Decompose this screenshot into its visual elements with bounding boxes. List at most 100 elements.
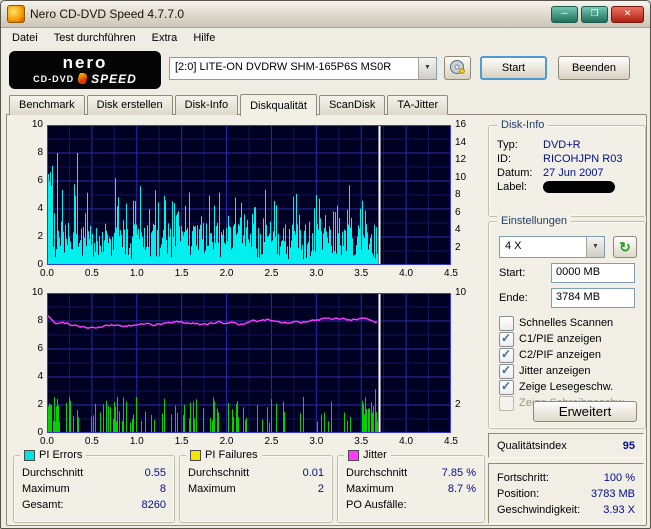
tab-benchmark[interactable]: Benchmark — [9, 95, 85, 115]
eject-disc-button[interactable] — [444, 56, 471, 80]
label-redacted — [543, 181, 615, 193]
y-axis-label: 6 — [21, 343, 43, 355]
checkbox-box[interactable] — [499, 316, 514, 331]
progress-rows: Fortschritt:100 %Position:3783 MBGeschwi… — [489, 464, 643, 518]
pi-errors-statbox: PI Errors Durchschnitt0.55Maximum8Gesamt… — [13, 455, 175, 523]
checkbox-box[interactable] — [499, 380, 514, 395]
x-axis-label: 1.5 — [170, 436, 194, 448]
speed-select[interactable]: 4 X ▼ — [499, 236, 605, 258]
start-field[interactable]: 0000 MB — [551, 263, 635, 283]
checkbox-box[interactable] — [499, 332, 514, 347]
checkbox-box[interactable] — [499, 364, 514, 379]
menu-item-extra[interactable]: Extra — [144, 30, 186, 46]
menu-item-test-durchführen[interactable]: Test durchführen — [46, 30, 144, 46]
tab-disk-erstellen[interactable]: Disk erstellen — [87, 95, 173, 115]
pi-errors-value: 8260 — [142, 499, 166, 511]
end-field[interactable]: 3784 MB — [551, 288, 635, 308]
title-bar[interactable]: Nero CD-DVD Speed 4.7.7.0 ─ ❐ ✕ — [1, 1, 650, 28]
settings-group: Einstellungen 4 X ▼ ↻ Start: 0000 MB End… — [488, 221, 646, 429]
disk-info-label: ID: — [497, 153, 543, 165]
pi-failures-color-swatch — [190, 450, 201, 461]
x-axis-label: 1.0 — [125, 436, 149, 448]
pi-errors-row: Gesamt:8260 — [14, 497, 174, 513]
disk-info-title: Disk-Info — [497, 118, 548, 132]
x-axis-label: 3.0 — [304, 268, 328, 280]
checkbox-box[interactable] — [499, 396, 514, 411]
quit-button[interactable]: Beenden — [558, 56, 630, 80]
start-field-label: Start: — [499, 267, 551, 279]
flame-icon — [76, 73, 89, 84]
pif-jitter-plot — [47, 293, 451, 433]
jitter-row: Maximum8.7 % — [338, 481, 484, 497]
progress-panel: Fortschritt:100 %Position:3783 MBGeschwi… — [488, 463, 644, 524]
chevron-down-icon[interactable]: ▼ — [418, 58, 436, 79]
x-axis-label: 0.0 — [35, 268, 59, 280]
x-axis-label: 2.0 — [215, 436, 239, 448]
disk-info-label: Typ: — [497, 139, 543, 151]
checkbox-zeige-lesegeschw[interactable]: Zeige Lesegeschw. — [489, 379, 645, 395]
jitter-label: Durchschnitt — [346, 467, 442, 479]
y-axis-label: 4 — [21, 371, 43, 383]
x-axis-label: 1.5 — [170, 268, 194, 280]
checkbox-schnelles-scannen[interactable]: Schnelles Scannen — [489, 315, 645, 331]
pi-failures-rows: Durchschnitt0.01Maximum2 — [180, 456, 332, 497]
progress-label: Geschwindigkeit: — [497, 504, 603, 516]
checkbox-jitter-anzeigen[interactable]: Jitter anzeigen — [489, 363, 645, 379]
minimize-button[interactable]: ─ — [551, 6, 578, 23]
nero-logo: nero CD-DVD SPEED — [9, 51, 161, 89]
logo-subline: CD-DVD SPEED — [33, 72, 137, 86]
pi-failures-label: Maximum — [188, 483, 318, 495]
pi-errors-label: Durchschnitt — [22, 467, 145, 479]
y-axis-label: 10 — [455, 287, 477, 299]
progress-label: Fortschritt: — [497, 472, 604, 484]
drive-select[interactable]: [2:0] LITE-ON DVDRW SHM-165P6S MS0R ▼ — [169, 57, 437, 80]
start-button[interactable]: Start — [480, 56, 547, 80]
disk-info-label: Label: — [497, 181, 543, 193]
y-axis-label: 10 — [455, 172, 477, 184]
y-axis-label: 6 — [455, 207, 477, 219]
pi-failures-label: Durchschnitt — [188, 467, 303, 479]
pi-errors-value: 0.55 — [145, 467, 166, 479]
checkbox-label: Jitter anzeigen — [519, 365, 591, 377]
jitter-color-swatch — [348, 450, 359, 461]
checkbox-c1-pie-anzeigen[interactable]: C1/PIE anzeigen — [489, 331, 645, 347]
quality-index-panel: Qualitätsindex 95 — [488, 433, 644, 458]
pi-errors-row: Durchschnitt0.55 — [14, 465, 174, 481]
pi-failures-row: Maximum2 — [180, 481, 332, 497]
x-axis-label: 0.0 — [35, 436, 59, 448]
pi-errors-title: PI Errors — [39, 448, 82, 462]
chevron-down-icon[interactable]: ▼ — [586, 237, 604, 257]
pi-errors-row: Maximum8 — [14, 481, 174, 497]
tab-scandisk[interactable]: ScanDisk — [319, 95, 385, 115]
tab-ta-jitter[interactable]: TA-Jitter — [387, 95, 448, 115]
x-axis-label: 1.0 — [125, 268, 149, 280]
disk-info-row: Typ:DVD+R — [489, 138, 645, 152]
x-axis-label: 0.5 — [80, 268, 104, 280]
tab-disk-info[interactable]: Disk-Info — [175, 95, 238, 115]
x-axis-label: 2.5 — [259, 268, 283, 280]
quality-index-value: 95 — [623, 440, 635, 452]
menu-item-hilfe[interactable]: Hilfe — [185, 30, 223, 46]
y-axis-label: 2 — [455, 399, 477, 411]
x-axis-label: 3.5 — [349, 436, 373, 448]
checkbox-c2-pif-anzeigen[interactable]: C2/PIF anzeigen — [489, 347, 645, 363]
quality-index-label: Qualitätsindex — [497, 440, 623, 452]
refresh-button[interactable]: ↻ — [613, 236, 637, 258]
y-axis-label: 4 — [455, 224, 477, 236]
close-button[interactable]: ✕ — [611, 6, 644, 23]
pi-errors-color-swatch — [24, 450, 35, 461]
x-axis-label: 3.5 — [349, 268, 373, 280]
disk-info-label: Datum: — [497, 167, 543, 179]
progress-value: 3.93 X — [603, 504, 635, 516]
y-axis-label: 8 — [21, 315, 43, 327]
disk-info-value — [543, 181, 637, 193]
checkbox-label: Zeige Lesegeschw. — [519, 381, 613, 393]
maximize-button[interactable]: ❐ — [581, 6, 608, 23]
pi-failures-legend: PI Failures — [186, 448, 262, 462]
menu-item-datei[interactable]: Datei — [4, 30, 46, 46]
checkbox-box[interactable] — [499, 348, 514, 363]
disk-info-group: Disk-Info Typ:DVD+RID:RICOHJPN R03Datum:… — [488, 125, 646, 217]
tab-diskqualität[interactable]: Diskqualität — [240, 94, 317, 116]
progress-row: Position:3783 MB — [489, 486, 643, 502]
advanced-button[interactable]: Erweitert — [533, 401, 637, 422]
